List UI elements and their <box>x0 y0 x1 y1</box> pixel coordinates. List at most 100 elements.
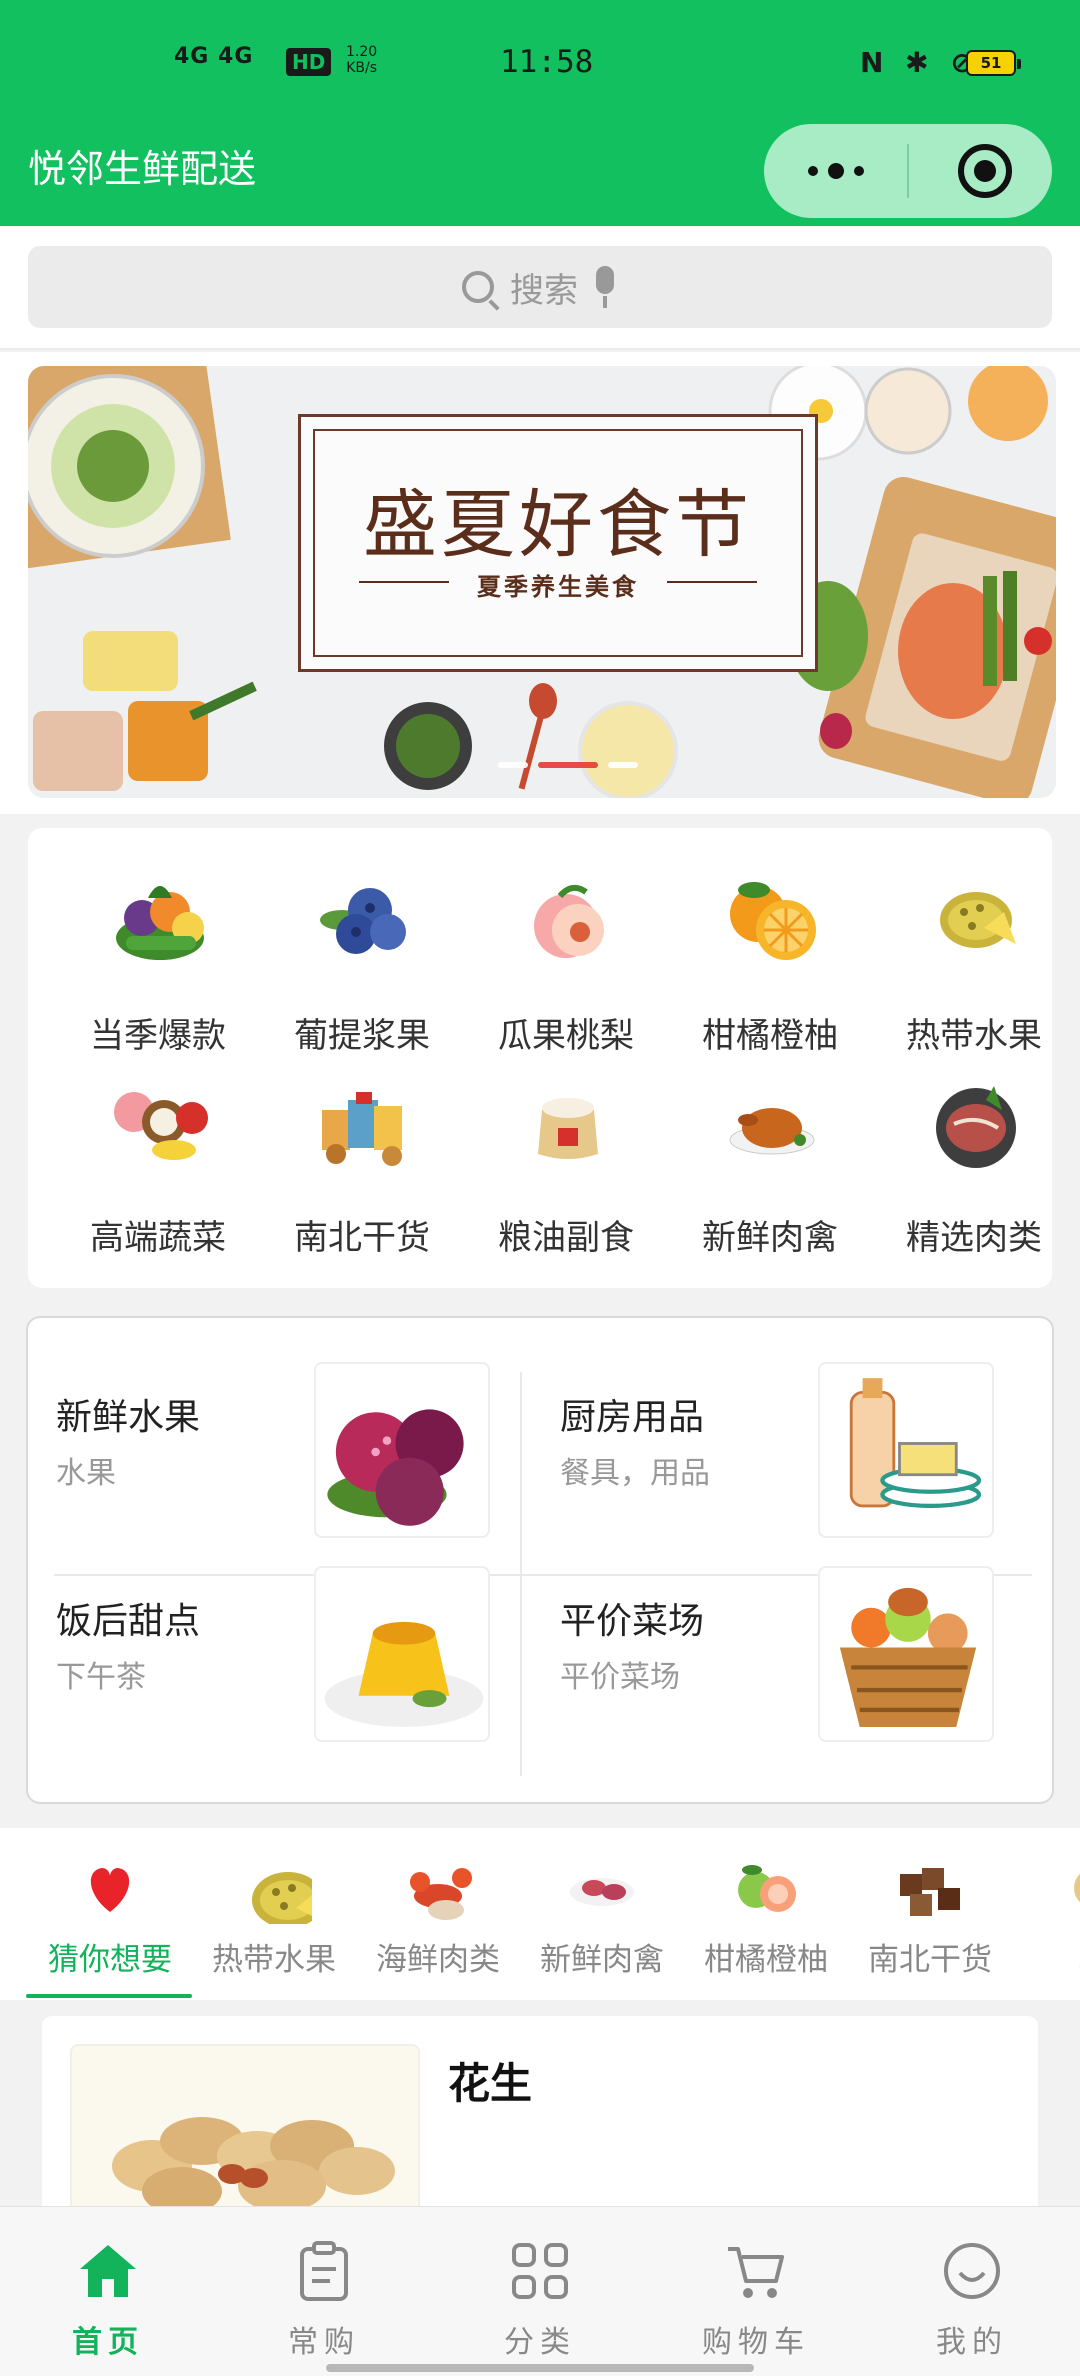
tab-icon <box>892 1848 968 1924</box>
grain-icon <box>1074 1873 1080 1903</box>
banner-dot[interactable] <box>538 762 598 768</box>
tab-label: 海鲜肉类 <box>376 1942 500 1978</box>
category-icon <box>516 868 620 972</box>
category-label: 新鲜肉禽 <box>702 1218 838 1258</box>
promo-title: 平价菜场 <box>560 1601 705 1642</box>
tab-icon <box>564 1848 640 1924</box>
promo-item[interactable]: 饭后甜点 下午茶 <box>28 1522 532 1742</box>
promo-image <box>314 1566 490 1742</box>
category-icon <box>924 868 1028 972</box>
nav-item[interactable]: 首页 <box>0 2207 216 2376</box>
category-label: 粮油副食 <box>498 1218 634 1258</box>
banner-frame: 盛夏好食节 夏季养生美食 <box>298 414 818 672</box>
bottom-navigation: 首页 常购 分类 购物车 我的 <box>0 2206 1080 2376</box>
category-item[interactable]: 热带水果 <box>874 832 1074 1056</box>
promo-subtitle: 水果 <box>56 1456 116 1491</box>
nav-item[interactable]: 常购 <box>216 2207 432 2376</box>
promo-item[interactable]: 新鲜水果 水果 <box>28 1318 532 1538</box>
lobster-icon <box>410 1868 472 1920</box>
durian-icon <box>252 1872 328 1928</box>
peach-icon <box>534 884 604 958</box>
citrus-icon <box>738 1865 796 1912</box>
more-button[interactable] <box>764 124 908 218</box>
grid-icon <box>512 2243 568 2299</box>
nav-label: 常购 <box>288 2325 360 2360</box>
product-tab[interactable]: 粮 <box>1012 1828 1080 2000</box>
category-item[interactable]: 瓜果桃梨 <box>466 832 666 1056</box>
promo-item[interactable]: 厨房用品 餐具，用品 <box>532 1318 1036 1538</box>
capsule-divider <box>907 144 909 198</box>
smile-icon <box>944 2243 1000 2299</box>
status-bar: 4G 4G HD 1.20 KB/s 11:58 N ✱ ⊘ 51 <box>0 0 1080 120</box>
tab-label: 猜你想要 <box>48 1942 172 1978</box>
category-item[interactable]: 柑橘橙柚 <box>670 832 870 1056</box>
nav-label: 我的 <box>936 2325 1008 2360</box>
close-mini-program-button[interactable] <box>958 144 1012 198</box>
category-item[interactable]: 南北干货 <box>262 1034 462 1258</box>
durian-icon <box>940 892 1016 948</box>
promo-title: 饭后甜点 <box>56 1601 201 1642</box>
home-indicator <box>326 2364 754 2372</box>
app-title: 悦邻生鲜配送 <box>28 147 257 191</box>
app-header: 4G 4G HD 1.20 KB/s 11:58 N ✱ ⊘ 51 悦邻生鲜配送 <box>0 0 1080 226</box>
search-input[interactable]: 搜索 <box>28 246 1052 328</box>
tab-label: 柑橘橙柚 <box>704 1942 828 1978</box>
more-dot-icon <box>828 163 844 179</box>
category-label: 南北干货 <box>294 1218 430 1258</box>
category-icon <box>720 1070 824 1174</box>
signal-indicator: 4G 4G <box>174 44 254 69</box>
product-tabs: 猜你想要 热带水果 海鲜肉类 新鲜肉禽 柑橘橙柚 南北干货粮 <box>0 1828 1080 2000</box>
tab-label: 新鲜肉禽 <box>540 1942 664 1978</box>
category-item[interactable]: 葡提浆果 <box>262 832 462 1056</box>
product-tab[interactable]: 猜你想要 <box>28 1828 192 2000</box>
banner-dot[interactable] <box>608 762 638 768</box>
product-tab[interactable]: 南北干货 <box>848 1828 1012 2000</box>
search-area: 搜索 <box>0 226 1080 350</box>
promo-banner[interactable]: 盛夏好食节 夏季养生美食 <box>28 366 1056 798</box>
chocolate-icon <box>900 1868 960 1916</box>
product-tab[interactable]: 海鲜肉类 <box>356 1828 520 2000</box>
promo-section: 新鲜水果 水果 厨房用品 餐具，用品 饭后甜点 下午茶 平价菜场 平价菜场 <box>26 1316 1054 1804</box>
heart-icon <box>90 1868 130 1912</box>
orange-icon <box>730 882 816 960</box>
microphone-icon[interactable] <box>592 266 618 308</box>
veg-basket-icon <box>839 1587 977 1727</box>
category-item[interactable]: 精选肉类 <box>874 1034 1074 1258</box>
nav-item[interactable]: 分类 <box>432 2207 648 2376</box>
category-item[interactable]: 高端蔬菜 <box>58 1034 258 1258</box>
more-dot-icon <box>808 166 818 176</box>
blueberry-icon <box>320 888 406 954</box>
product-tab[interactable]: 新鲜肉禽 <box>520 1828 684 2000</box>
nav-icon <box>294 2241 354 2301</box>
nav-item[interactable]: 我的 <box>864 2207 1080 2376</box>
promo-item[interactable]: 平价菜场 平价菜场 <box>532 1522 1036 1742</box>
bayberry-icon <box>327 1409 464 1526</box>
meat-icon <box>570 1878 634 1906</box>
category-label: 精选肉类 <box>906 1218 1042 1258</box>
category-icon <box>312 1070 416 1174</box>
banner-dot[interactable] <box>498 762 528 768</box>
promo-image <box>818 1566 994 1742</box>
nav-label: 首页 <box>72 2325 144 2360</box>
product-tab[interactable]: 热带水果 <box>192 1828 356 2000</box>
pudding-icon <box>324 1621 484 1727</box>
product-tab[interactable]: 柑橘橙柚 <box>684 1828 848 2000</box>
tab-icon <box>72 1848 148 1924</box>
roast-chicken-icon <box>729 1108 815 1155</box>
category-item[interactable]: 当季爆款 <box>58 832 258 1056</box>
category-item[interactable]: 新鲜肉禽 <box>670 1034 870 1258</box>
status-icons: N ✱ ⊘ <box>860 46 980 79</box>
network-speed: 1.20 KB/s <box>346 44 377 76</box>
nav-icon <box>78 2241 138 2301</box>
home-icon <box>80 2245 136 2297</box>
promo-subtitle: 下午茶 <box>56 1660 146 1695</box>
rice-sack-icon <box>538 1098 598 1159</box>
nav-item[interactable]: 购物车 <box>648 2207 864 2376</box>
tab-icon <box>400 1848 476 1924</box>
category-item[interactable]: 粮油副食 <box>466 1034 666 1258</box>
tropical-fruit-icon <box>114 1092 208 1160</box>
tab-icon <box>1056 1848 1080 1924</box>
product-name[interactable]: 花生 <box>448 2050 532 2111</box>
battery-icon: 51 <box>966 50 1021 76</box>
dried-goods-icon <box>322 1092 402 1166</box>
